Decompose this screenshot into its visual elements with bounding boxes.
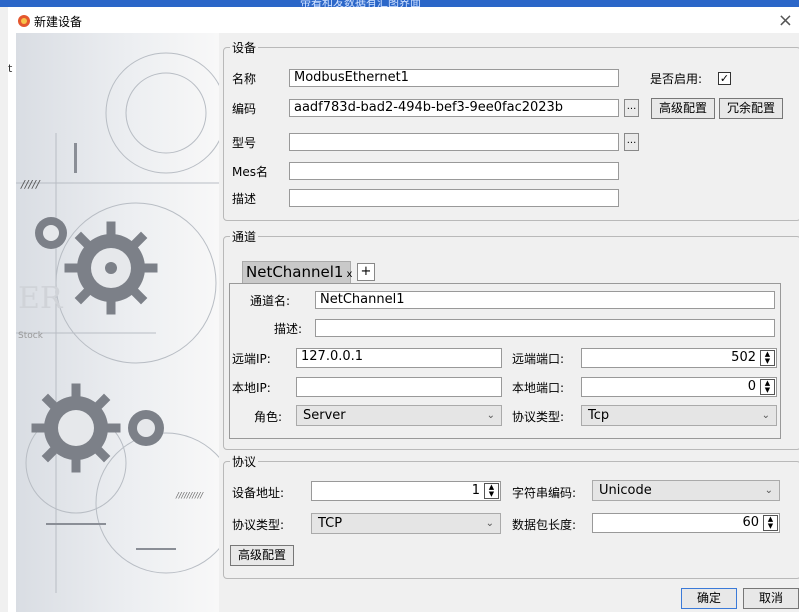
channel-name-input[interactable]: NetChannel1 <box>315 291 775 309</box>
model-browse-button[interactable]: ... <box>624 133 639 151</box>
channel-name-label: 通道名: <box>250 294 291 308</box>
protocol-type-select[interactable]: TCP ⌄ <box>311 513 501 534</box>
device-code-label: 编码 <box>232 102 257 116</box>
protocol-group-legend: 协议 <box>232 455 257 469</box>
new-device-dialog: 新建设备 × t ///// ER Stock ////////// 设备 名称… <box>8 7 799 612</box>
device-address-value: 1 <box>471 483 480 498</box>
remote-port-updown-icon[interactable]: ▲ ▼ <box>760 350 775 366</box>
device-address-spinner[interactable]: 1 ▲ ▼ <box>311 481 501 501</box>
local-ip-label: 本地IP: <box>232 381 271 395</box>
model-input[interactable] <box>289 133 619 151</box>
remote-ip-input[interactable]: 127.0.0.1 <box>296 348 502 368</box>
channel-group-legend: 通道 <box>232 230 257 244</box>
background-window-strip: 带着和发数据有汇图界面 <box>0 0 799 9</box>
close-icon[interactable]: × <box>778 10 793 31</box>
tab-close-icon[interactable]: x <box>346 269 352 280</box>
channel-protocol-value: Tcp <box>588 408 610 423</box>
device-name-label: 名称 <box>232 72 257 86</box>
dialog-title: 新建设备 <box>34 15 83 29</box>
device-group-legend: 设备 <box>232 41 257 55</box>
device-address-label: 设备地址: <box>232 486 285 500</box>
gear-illustration-svg: ///// ER Stock ////////// <box>16 52 219 593</box>
add-tab-button[interactable]: + <box>357 263 375 281</box>
device-code-input[interactable]: aadf783d-bad2-494b-bef3-9ee0fac2023b <box>289 99 619 117</box>
mes-name-label: Mes名 <box>232 165 268 179</box>
art-tiny-text: ////////// <box>175 491 204 500</box>
mes-name-input[interactable] <box>289 162 619 180</box>
device-advanced-button[interactable]: 高级配置 <box>651 98 715 119</box>
tab-netchannel1[interactable]: NetChannel1 x <box>242 261 352 283</box>
model-label: 型号 <box>232 136 257 150</box>
redundant-config-button[interactable]: 冗余配置 <box>719 98 783 119</box>
role-value: Server <box>303 408 346 423</box>
channel-desc-input[interactable] <box>315 319 775 337</box>
local-port-label: 本地端口: <box>512 381 565 395</box>
local-port-updown-icon[interactable]: ▲ ▼ <box>760 379 775 395</box>
local-ip-input[interactable] <box>296 377 502 397</box>
remote-port-spinner[interactable]: 502 ▲ ▼ <box>581 348 777 368</box>
device-desc-label: 描述 <box>232 192 257 206</box>
protocol-type-value: TCP <box>318 516 343 531</box>
background-edge-text: t <box>8 62 13 75</box>
chevron-down-icon: ⌄ <box>486 410 495 421</box>
local-port-spinner[interactable]: 0 ▲ ▼ <box>581 377 777 397</box>
art-stripes-text: ///// <box>20 178 41 191</box>
tab-label: NetChannel1 <box>246 263 344 281</box>
remote-port-value: 502 <box>731 350 756 365</box>
channel-protocol-select[interactable]: Tcp ⌄ <box>581 405 777 426</box>
chevron-down-icon: ⌄ <box>485 518 494 529</box>
enabled-label: 是否启用: <box>650 72 703 86</box>
device-desc-input[interactable] <box>289 189 619 207</box>
role-select[interactable]: Server ⌄ <box>296 405 502 426</box>
art-er-text: ER <box>18 281 64 316</box>
remote-ip-label: 远端IP: <box>232 352 271 366</box>
string-encoding-label: 字符串编码: <box>512 486 577 500</box>
local-port-value: 0 <box>747 379 756 394</box>
code-browse-button[interactable]: ... <box>624 99 639 117</box>
chevron-down-icon: ⌄ <box>764 485 773 496</box>
channel-desc-label: 描述: <box>274 322 303 336</box>
title-bar: 新建设备 × <box>8 7 799 33</box>
packet-length-label: 数据包长度: <box>512 518 577 532</box>
packet-length-spinner[interactable]: 60 ▲ ▼ <box>592 513 780 533</box>
string-encoding-value: Unicode <box>599 483 652 498</box>
dialog-content: 设备 名称 ModbusEthernet1 是否启用: ✓ 编码 aadf783… <box>219 33 799 612</box>
protocol-type-label: 协议类型: <box>232 518 285 532</box>
role-label: 角色: <box>254 410 283 424</box>
ok-button[interactable]: 确定 <box>681 588 737 609</box>
device-address-updown-icon[interactable]: ▲ ▼ <box>484 483 499 499</box>
app-icon <box>18 15 30 27</box>
remote-port-label: 远端端口: <box>512 352 565 366</box>
channel-protocol-label: 协议类型: <box>512 410 565 424</box>
enabled-checkbox[interactable]: ✓ <box>718 72 731 85</box>
decorative-gear-illustration: ///// ER Stock ////////// <box>16 33 219 612</box>
device-name-input[interactable]: ModbusEthernet1 <box>289 69 619 87</box>
art-stock-text: Stock <box>18 331 44 341</box>
string-encoding-select[interactable]: Unicode ⌄ <box>592 480 780 501</box>
packet-length-updown-icon[interactable]: ▲ ▼ <box>763 515 778 531</box>
chevron-down-icon: ⌄ <box>761 410 770 421</box>
cancel-button[interactable]: 取消 <box>743 588 799 609</box>
protocol-advanced-button[interactable]: 高级配置 <box>230 545 294 566</box>
packet-length-value: 60 <box>742 515 759 530</box>
